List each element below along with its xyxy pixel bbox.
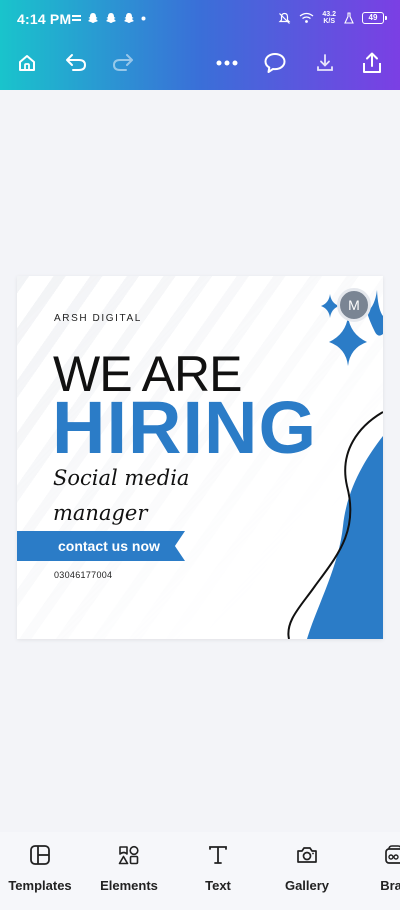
- battery-indicator: 49: [362, 12, 387, 24]
- bottom-nav: Templates Elements Text Gallery Bran: [0, 832, 400, 910]
- comment-icon: [264, 53, 286, 73]
- comment-button[interactable]: [260, 48, 290, 78]
- snapchat-icon: [88, 13, 98, 23]
- message-icon: [72, 14, 81, 21]
- headline-main[interactable]: HIRING: [52, 388, 317, 468]
- mute-icon: [278, 12, 291, 24]
- home-icon: [19, 55, 35, 71]
- nav-templates[interactable]: Templates: [0, 842, 85, 893]
- notification-icons: [72, 12, 146, 24]
- status-bar: 4:14 PM 43.2 K/S 49: [0, 0, 400, 40]
- status-time: 4:14 PM: [17, 11, 72, 27]
- nav-gallery[interactable]: Gallery: [262, 842, 352, 893]
- elements-icon: [118, 845, 139, 865]
- phone-number[interactable]: 03046177004: [54, 570, 112, 580]
- nav-label: Text: [205, 878, 231, 893]
- text-icon: [209, 846, 227, 864]
- nav-label: Elements: [100, 878, 158, 893]
- dot-icon: [141, 16, 146, 20]
- nav-text[interactable]: Text: [173, 842, 263, 893]
- flask-icon: [344, 12, 354, 24]
- snapchat-icon: [106, 13, 116, 23]
- network-speed: 43.2 K/S: [322, 11, 336, 25]
- nav-label: Bran: [380, 878, 400, 893]
- more-icon: [216, 60, 238, 66]
- redo-button[interactable]: [108, 48, 138, 78]
- nav-brand[interactable]: Bran: [350, 842, 400, 893]
- wifi-icon: [299, 12, 314, 23]
- design-canvas[interactable]: ARSH DIGITAL WE ARE HIRING Social media …: [17, 276, 383, 639]
- status-icons: 43.2 K/S 49: [278, 11, 387, 25]
- cta-banner[interactable]: contact us now: [17, 531, 185, 561]
- more-button[interactable]: [212, 48, 242, 78]
- camera-icon: [297, 847, 317, 863]
- nav-elements[interactable]: Elements: [84, 842, 174, 893]
- brand-icon: [385, 845, 400, 864]
- snapchat-icon: [124, 13, 134, 23]
- undo-button[interactable]: [61, 48, 91, 78]
- redo-icon: [112, 54, 133, 71]
- home-button[interactable]: [12, 48, 42, 78]
- undo-icon: [66, 54, 87, 71]
- top-bar: 4:14 PM 43.2 K/S 49: [0, 0, 400, 90]
- editor-toolbar: [0, 42, 400, 86]
- nav-label: Gallery: [284, 878, 330, 893]
- templates-icon: [30, 845, 50, 865]
- nav-label: Templates: [8, 878, 72, 893]
- download-button[interactable]: [310, 48, 340, 78]
- role-line-2[interactable]: manager: [53, 501, 147, 525]
- brand-name[interactable]: ARSH DIGITAL: [54, 313, 142, 324]
- collaborator-avatar[interactable]: M: [337, 288, 371, 322]
- role-line-1[interactable]: Social media: [53, 466, 189, 490]
- share-icon: [363, 52, 381, 73]
- download-icon: [317, 54, 333, 71]
- share-button[interactable]: [357, 48, 387, 78]
